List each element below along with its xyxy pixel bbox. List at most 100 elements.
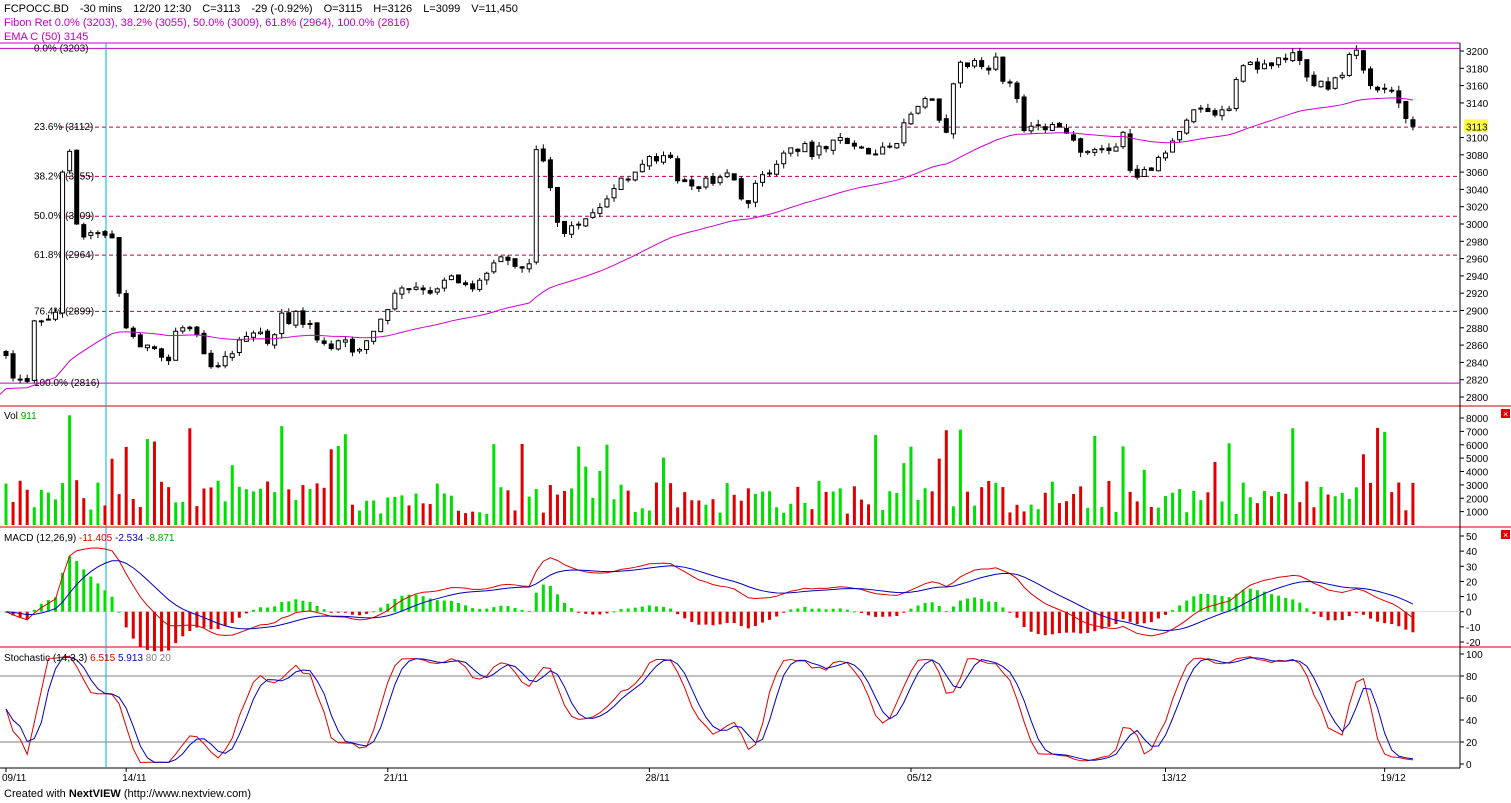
candle-body [936, 98, 942, 121]
volume-bar [817, 481, 821, 525]
candle-body [1177, 130, 1183, 141]
macd-histogram-bar [1036, 611, 1040, 634]
macd-histogram-bar [96, 583, 100, 612]
macd-histogram-bar [1241, 590, 1245, 612]
candle-body [625, 178, 631, 181]
candle-body [774, 163, 780, 175]
volume-bar [973, 505, 977, 525]
macd-tick-label: -20 [1466, 638, 1481, 649]
macd-histogram-bar [273, 606, 277, 612]
macd-tick-label: 50 [1466, 532, 1478, 543]
candle-body [123, 293, 129, 329]
candle-body [24, 378, 30, 382]
close-x-glyph: × [1503, 530, 1508, 540]
macd-histogram-bar [251, 609, 255, 612]
macd-histogram-bar [1277, 595, 1281, 612]
volume-tick-label: 6000 [1466, 441, 1489, 452]
candle-body [314, 322, 320, 341]
price-tick-label: 2900 [1466, 307, 1489, 318]
candle-body [349, 338, 355, 353]
macd-histogram-bar [874, 611, 878, 617]
macd-histogram-bar [400, 595, 404, 612]
candle-body [10, 353, 16, 379]
macd-histogram-bar [223, 611, 227, 627]
candle-body [1212, 110, 1218, 116]
candle-body [335, 340, 341, 350]
volume-bar [577, 446, 581, 525]
volume-bar [1227, 443, 1231, 525]
volume-bar [1022, 511, 1026, 525]
volume-bar [372, 500, 376, 525]
price-tick-label: 2960 [1466, 255, 1489, 266]
macd-histogram-bar [1390, 611, 1394, 625]
macd-histogram-bar [1354, 611, 1358, 614]
price-tick-label: 2800 [1466, 393, 1489, 404]
price-tick-label: 2980 [1466, 237, 1489, 248]
volume-bar [1262, 491, 1266, 525]
macd-histogram-bar [1411, 611, 1415, 633]
footer-brand: NextVIEW [68, 788, 121, 800]
macd-histogram-bar [803, 606, 807, 612]
macd-histogram-bar [1404, 611, 1408, 630]
footer-url[interactable]: (http://www.nextview.com) [124, 788, 251, 800]
candle-body [1339, 74, 1345, 78]
stochastic-tick-label: 40 [1466, 716, 1478, 727]
candle-body [1148, 167, 1154, 171]
price-tick-label: 3020 [1466, 203, 1489, 214]
volume-bar [39, 489, 43, 525]
volume-bar [768, 491, 772, 525]
chart-canvas[interactable]: ×× 0.0% (3203)23.6% (3112)38.2% (3055)50… [0, 0, 1511, 803]
volume-label: Vol [4, 411, 18, 422]
macd-histogram-bar [358, 611, 361, 616]
volume-bar [223, 501, 227, 525]
volume-bar [782, 512, 786, 525]
macd-histogram-bar [464, 605, 468, 612]
volume-bar [160, 481, 164, 525]
macd-histogram-bar [584, 611, 588, 614]
candle-body [1375, 86, 1381, 91]
macd-histogram-bar [1128, 611, 1132, 622]
volume-bar [598, 470, 602, 525]
volume-bar [591, 497, 595, 525]
volume-tick-label: 4000 [1466, 468, 1489, 479]
volume-bar [1079, 486, 1083, 525]
macd-histogram-bar [1192, 596, 1196, 612]
candle-body [880, 146, 886, 155]
candle-body [533, 149, 539, 263]
candle-body [1035, 124, 1041, 127]
candle-body [710, 176, 716, 184]
candle-body [434, 288, 440, 293]
volume-bar [944, 430, 948, 525]
candle-body [1290, 52, 1296, 62]
macd-histogram-bar [980, 598, 984, 612]
candle-body [554, 186, 560, 223]
volume-bar [1390, 492, 1394, 525]
candle-body [1261, 63, 1267, 70]
volume-bar [464, 513, 468, 525]
volume-bar [1340, 492, 1344, 525]
candle-body [250, 332, 256, 338]
volume-bar [987, 480, 991, 525]
volume-bar [1163, 496, 1167, 525]
volume-bar [909, 446, 913, 525]
macd-histogram-bar [1029, 611, 1033, 632]
candle-body [144, 344, 150, 349]
macd-histogram-bar [541, 584, 545, 612]
volume-bar [414, 493, 418, 525]
stochastic-tick-label: 20 [1466, 738, 1478, 749]
macd-histogram-bar [633, 607, 637, 612]
candle-body [767, 172, 773, 175]
volume-bar [273, 492, 277, 525]
macd-histogram-bar [753, 611, 757, 626]
macd-histogram-bar [294, 599, 298, 612]
macd-histogram-bar [499, 605, 503, 612]
candle-body [1240, 65, 1246, 82]
candle-body [724, 172, 730, 178]
candle-body [759, 174, 765, 183]
macd-histogram-bar [435, 600, 439, 612]
macd-histogram-bar [89, 576, 93, 612]
volume-bar [541, 512, 545, 525]
volume-bar [167, 487, 171, 525]
macd-histogram-bar [152, 611, 156, 652]
volume-bar [329, 449, 333, 525]
